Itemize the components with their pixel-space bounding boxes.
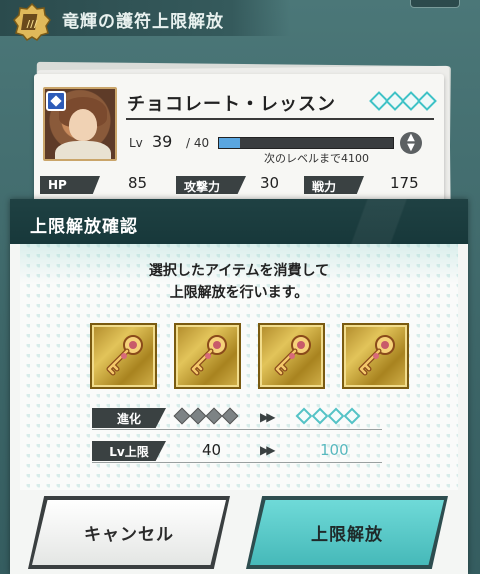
confirm-button-label: 上限解放 bbox=[250, 500, 444, 565]
evolution-row: 進化 ▶▶ bbox=[92, 407, 382, 430]
evolution-star-icon bbox=[205, 407, 223, 425]
cancel-button[interactable]: キャンセル bbox=[28, 496, 230, 569]
svg-text:///: /// bbox=[27, 19, 38, 30]
dialog-message: 選択したアイテムを消費して 上限解放を行います。 bbox=[20, 260, 458, 304]
evolution-star-icon bbox=[327, 407, 345, 425]
exp-remaining-text: 次のレベルまで4100 bbox=[264, 152, 369, 165]
ornate-key-icon bbox=[90, 323, 157, 389]
ornate-key-icon bbox=[258, 323, 325, 389]
character-name: チョコレート・レッスン bbox=[127, 94, 336, 115]
dialog-header: 上限解放確認 bbox=[10, 199, 468, 244]
menu-button[interactable] bbox=[410, 0, 460, 8]
arrow-icon: ▶▶ bbox=[260, 410, 276, 424]
name-divider bbox=[126, 118, 434, 120]
evolution-to-stars bbox=[295, 407, 361, 425]
stat-value: 30 bbox=[260, 174, 280, 192]
stat-row: HP 85 攻撃力 30 戦力 175 bbox=[40, 174, 436, 196]
screen-title: 竜輝の護符上限解放 bbox=[62, 12, 224, 32]
stat-label: HP bbox=[40, 176, 100, 194]
arrow-icon: ▶▶ bbox=[260, 443, 276, 457]
level-max: / 40 bbox=[186, 136, 210, 150]
ornate-key-icon bbox=[174, 323, 241, 389]
exp-bar bbox=[218, 137, 394, 149]
stat-value: 175 bbox=[390, 174, 419, 192]
divider bbox=[92, 462, 382, 463]
lv-limit-label: Lv上限 bbox=[92, 441, 166, 461]
ornate-key-icon bbox=[342, 323, 409, 389]
stat-value: 85 bbox=[128, 174, 148, 192]
rarity-stars bbox=[369, 91, 437, 111]
element-water-icon bbox=[46, 91, 66, 111]
evolution-star-icon bbox=[311, 407, 329, 425]
lv-limit-to: 100 bbox=[320, 441, 349, 459]
rarity-star-icon bbox=[417, 91, 437, 111]
evolution-star-icon bbox=[295, 407, 313, 425]
level-stepper-icon[interactable]: ▲ ▼ bbox=[400, 132, 422, 154]
amulet-badge-icon: /// bbox=[12, 2, 52, 42]
lv-limit-row: Lv上限 40 ▶▶ 100 bbox=[92, 441, 382, 463]
lv-limit-from: 40 bbox=[202, 441, 222, 459]
evolution-star-icon bbox=[173, 407, 191, 425]
evolution-star-icon bbox=[343, 407, 361, 425]
dialog-title: 上限解放確認 bbox=[30, 217, 138, 237]
top-bar: /// 竜輝の護符上限解放 bbox=[0, 0, 290, 41]
divider bbox=[92, 429, 382, 430]
level-value: 39 bbox=[152, 132, 173, 151]
stat-label: 戦力 bbox=[304, 176, 364, 194]
stat-label: 攻撃力 bbox=[176, 176, 246, 194]
message-line-1: 選択したアイテムを消費して bbox=[148, 263, 330, 279]
exp-bar-fill bbox=[219, 138, 240, 148]
evolution-label: 進化 bbox=[92, 408, 166, 428]
consumed-items bbox=[90, 323, 410, 389]
dialog-body: 選択したアイテムを消費して 上限解放を行います。 進化 ▶▶ Lv上限 40 ▶… bbox=[20, 244, 458, 490]
level-label: Lv bbox=[129, 136, 143, 150]
evolution-star-icon bbox=[189, 407, 207, 425]
evolution-from-stars bbox=[173, 407, 239, 425]
limit-break-dialog: 上限解放確認 選択したアイテムを消費して 上限解放を行います。 進化 ▶▶ Lv… bbox=[10, 199, 468, 574]
limit-break-confirm-button[interactable]: 上限解放 bbox=[246, 496, 448, 569]
cancel-button-label: キャンセル bbox=[32, 500, 226, 565]
message-line-2: 上限解放を行います。 bbox=[169, 285, 309, 301]
evolution-star-icon bbox=[221, 407, 239, 425]
